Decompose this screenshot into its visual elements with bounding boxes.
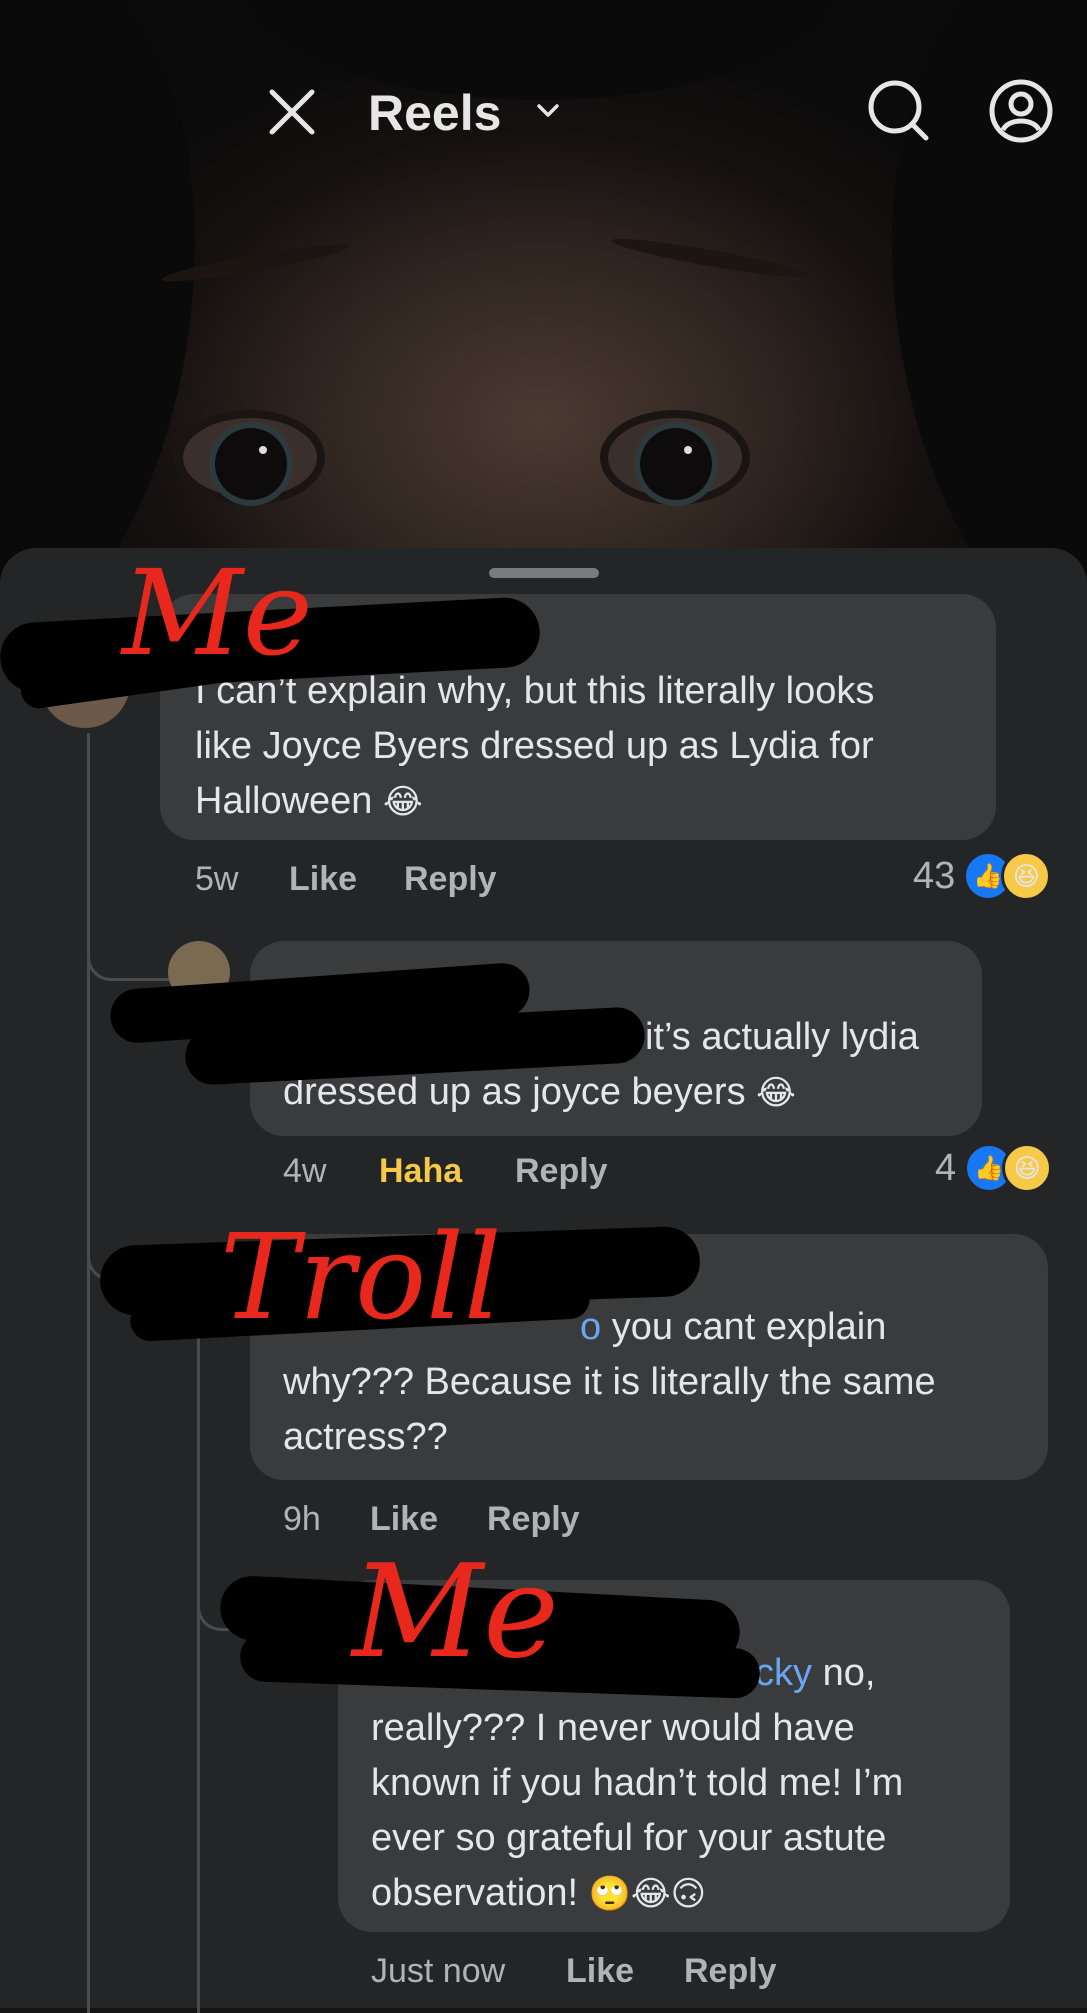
comment-time: 9h: [283, 1500, 321, 1538]
chevron-down-icon[interactable]: [535, 98, 561, 124]
haha-reacted-button[interactable]: Haha: [379, 1152, 462, 1191]
comment-text-line: it’s actually lydia: [645, 1016, 919, 1058]
comments-sheet[interactable]: I can’t explain why, but this literally …: [0, 544, 1087, 2013]
reply-button[interactable]: Reply: [404, 860, 497, 899]
laughing-emoji: 😂: [756, 1073, 796, 1113]
reaction-count: 43: [913, 854, 956, 897]
mention-link[interactable]: cky: [755, 1652, 812, 1694]
comment-text-line: ever so grateful for your astute: [371, 1817, 887, 1859]
comment-text-line: o you cant explain: [580, 1306, 887, 1348]
comment-text-line: Halloween 😂: [195, 780, 423, 822]
profile-icon[interactable]: [988, 78, 1054, 144]
sheet-drag-handle[interactable]: [489, 568, 599, 578]
like-button[interactable]: Like: [289, 860, 357, 899]
comment-text-line: really??? I never would have: [371, 1707, 855, 1749]
reply-button[interactable]: Reply: [684, 1952, 777, 1991]
annotation-me: Me: [122, 544, 313, 682]
close-icon[interactable]: [262, 82, 322, 142]
reply-button[interactable]: Reply: [515, 1152, 608, 1191]
comment-text-line: observation! 🙄😂🙃: [371, 1872, 707, 1914]
eyebrow-right: [610, 232, 810, 284]
thread-line: [87, 733, 90, 2013]
like-button[interactable]: Like: [566, 1952, 634, 1991]
annotation-troll: Troll: [220, 1208, 502, 1346]
haha-icon: 😆: [1002, 1143, 1053, 1193]
reaction-summary[interactable]: 43 👍 😆: [913, 851, 1052, 901]
comment-text-line: actress??: [283, 1416, 448, 1458]
comment-text-line: known if you hadn’t told me! I’m: [371, 1762, 904, 1804]
like-button[interactable]: Like: [370, 1500, 438, 1539]
reply-button[interactable]: Reply: [487, 1500, 580, 1539]
search-icon[interactable]: [866, 78, 932, 144]
thread-line: [197, 1268, 200, 2013]
comment-text-line: cky no,: [755, 1652, 876, 1694]
annotation-me: Me: [352, 1538, 559, 1687]
comment-time: 5w: [195, 860, 239, 898]
emoji-row: 🙄😂🙃: [588, 1874, 707, 1914]
eye-right: [600, 410, 750, 505]
page-title[interactable]: Reels: [368, 84, 501, 142]
reels-top-bar: Reels: [0, 60, 1087, 160]
comment-text-line: like Joyce Byers dressed up as Lydia for: [195, 725, 874, 767]
haha-icon: 😆: [1001, 851, 1052, 901]
reaction-count: 4: [935, 1146, 957, 1189]
comment-time: Just now: [371, 1952, 506, 1990]
comment-time: 4w: [283, 1152, 327, 1190]
reaction-summary[interactable]: 4 👍 😆: [935, 1143, 1053, 1193]
eye-left: [175, 410, 325, 505]
laughing-emoji: 😂: [383, 782, 423, 822]
thread-connector: [87, 928, 170, 981]
comment-text-line: why??? Because it is literally the same: [283, 1361, 936, 1403]
